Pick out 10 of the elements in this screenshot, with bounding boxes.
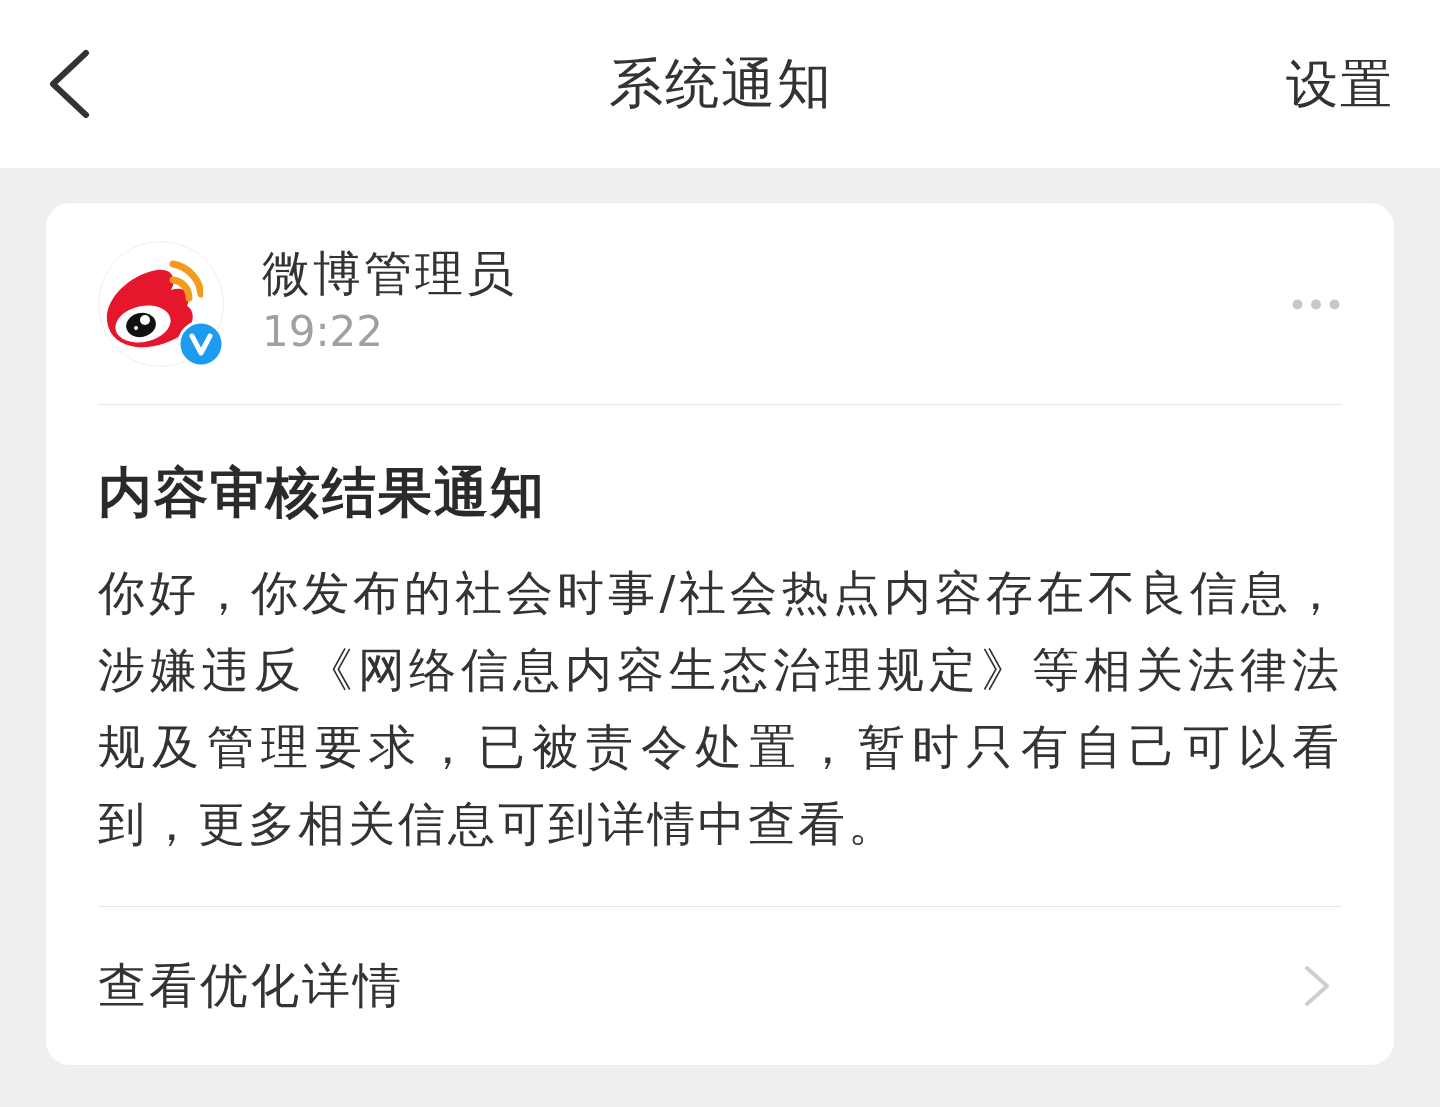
more-icon	[1292, 298, 1340, 310]
settings-button[interactable]: 设置	[1286, 52, 1394, 116]
back-icon	[48, 49, 90, 119]
message-body: 你好，你发布的社会时事/社会热点内容存在不良信息，涉嫌违反《网络信息内容生态治理规定》等相关法律法规及管理要求，已被责令处置，暂时只有自己可以看到，更多相关信息可到详情中查看。	[98, 563, 1342, 853]
message-time: 19:22	[262, 306, 385, 358]
message-title: 内容审核结果通知	[98, 461, 547, 526]
page-title: 系统通知	[609, 51, 833, 117]
details-link[interactable]: 查看优化详情	[98, 906, 1342, 1065]
sender-name: 微博管理员	[262, 243, 518, 303]
chevron-right-icon	[1304, 964, 1330, 1007]
